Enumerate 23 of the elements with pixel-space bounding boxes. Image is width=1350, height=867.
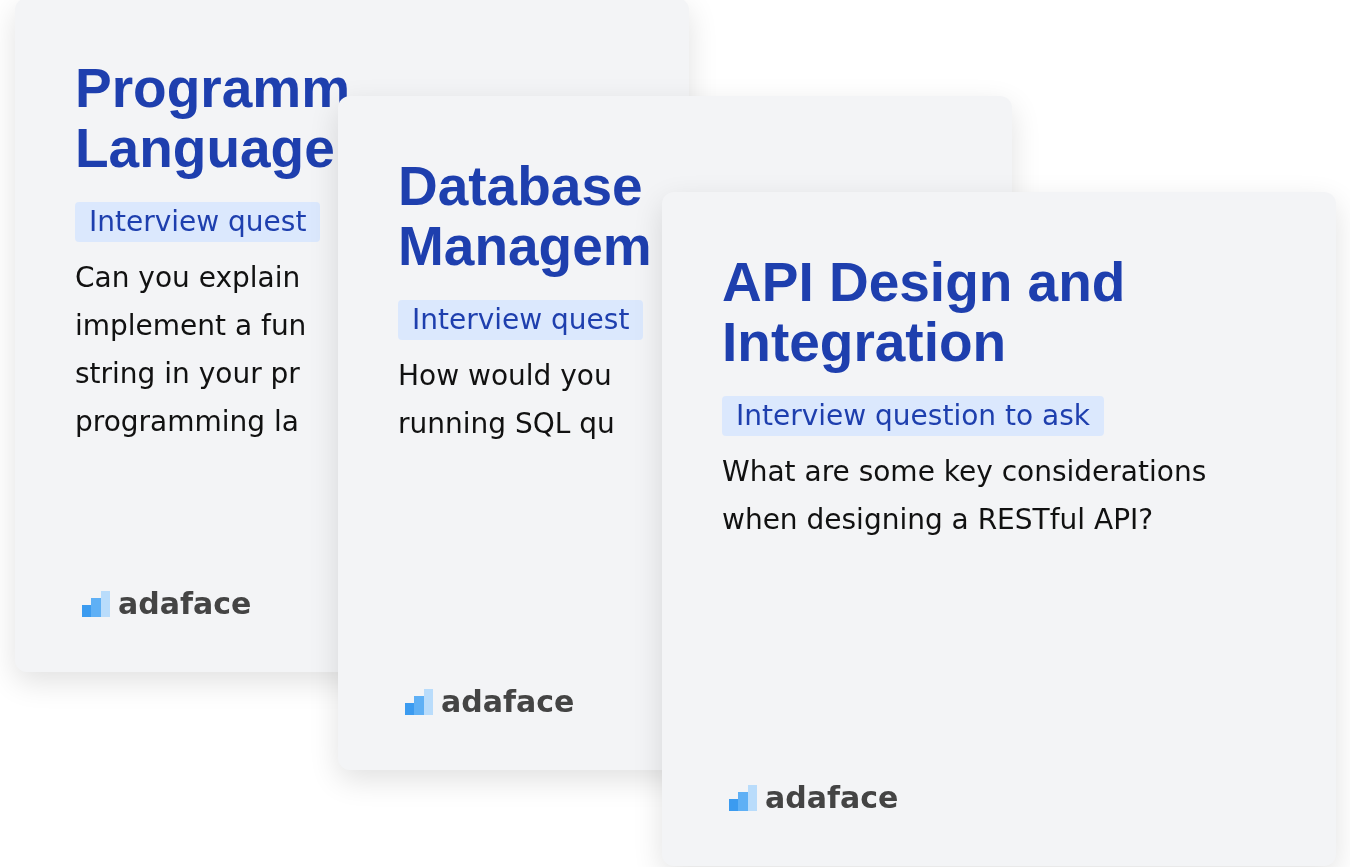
logo-text: adaface: [441, 684, 575, 719]
logo-icon: [729, 784, 757, 811]
question-tag: Interview question to ask: [722, 396, 1104, 436]
question-tag: Interview quest: [75, 202, 321, 242]
card-title: Language: [75, 118, 335, 178]
logo-text: adaface: [765, 780, 899, 815]
card-title: Database: [398, 156, 643, 216]
question-text: implement a fun: [75, 308, 307, 344]
logo-text: adaface: [118, 586, 252, 621]
question-text: What are some key considerations: [722, 454, 1207, 490]
question-text: when designing a RESTful API?: [722, 502, 1154, 538]
question-text: Can you explain: [75, 260, 301, 296]
logo-icon: [82, 590, 110, 617]
logo-icon: [405, 688, 433, 715]
question-text: string in your pr: [75, 356, 300, 392]
card-title: API Design and: [722, 252, 1126, 312]
card-title: Programm: [75, 58, 351, 118]
card-title: Managem: [398, 216, 652, 276]
question-text: How would you: [398, 358, 612, 394]
question-tag: Interview quest: [398, 300, 644, 340]
question-text: programming la: [75, 404, 299, 440]
question-text: running SQL qu: [398, 406, 615, 442]
card-title: Integration: [722, 312, 1007, 372]
